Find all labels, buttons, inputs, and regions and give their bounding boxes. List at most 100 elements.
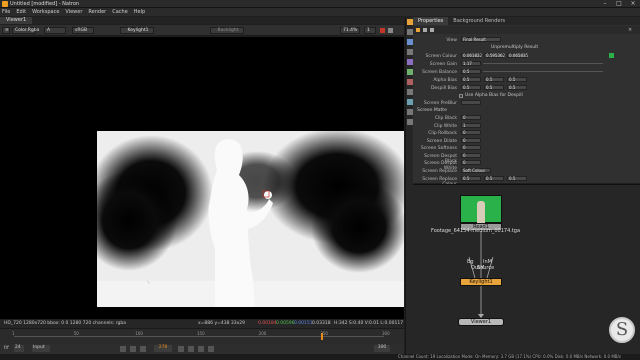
close-panel-icon[interactable]: × xyxy=(628,27,632,33)
matte-param-label: Clip White xyxy=(433,123,457,129)
timeline[interactable]: 1 50 100 150 200 250 300 xyxy=(0,328,404,344)
matte-param-field[interactable]: 0 xyxy=(461,115,481,120)
colorspace-select[interactable]: sRGB xyxy=(72,27,94,34)
fps-field[interactable]: 24 xyxy=(14,345,24,352)
playhead[interactable] xyxy=(321,333,324,340)
next-keyframe-icon[interactable] xyxy=(188,346,194,352)
loop-icon[interactable] xyxy=(208,346,214,352)
screen-replace-select[interactable]: Soft Colour xyxy=(461,168,491,173)
refresh-icon[interactable] xyxy=(388,28,393,33)
matte-param-label: Clip Rollback xyxy=(428,131,457,136)
view-label: View xyxy=(446,38,457,43)
menu-help[interactable]: Help xyxy=(134,9,145,15)
channel-select[interactable]: A xyxy=(44,27,66,34)
status-text: Channel Count: 19 Localization Mode: On … xyxy=(398,354,621,359)
matte-image xyxy=(97,131,404,307)
layer-select[interactable]: Color.Rgba xyxy=(12,27,39,34)
maximize-icon[interactable]: □ xyxy=(612,0,626,8)
play-forward-icon[interactable] xyxy=(178,346,184,352)
screen-balance-slider[interactable] xyxy=(483,71,603,72)
tab-properties[interactable]: Properties xyxy=(413,17,449,25)
menu-workspace[interactable]: Workspace xyxy=(32,9,59,15)
toolbar-sidebar xyxy=(405,17,413,354)
status-bar: Channel Count: 19 Localization Mode: On … xyxy=(0,354,640,360)
settings-icon[interactable] xyxy=(423,28,427,32)
format-info: HD_720 1280x720 bbox: 0 0 1280 720 chann… xyxy=(4,321,127,326)
screen-gain-slider[interactable] xyxy=(483,63,603,64)
input-b-select[interactable]: Backlight xyxy=(210,27,244,34)
timeline-tick: 300 xyxy=(382,331,390,336)
prev-keyframe-icon[interactable] xyxy=(130,346,136,352)
viewer-node[interactable]: Viewer1 xyxy=(458,318,504,326)
alpha-bias-b[interactable]: 0.5 xyxy=(507,77,527,82)
current-frame-field[interactable]: 278 xyxy=(154,345,172,352)
screen-colour-b[interactable]: 0.065835 xyxy=(507,53,528,58)
last-frame-icon[interactable] xyxy=(198,346,204,352)
node-graph[interactable]: Read1 Footage_64154-medium_00174.tga Bg … xyxy=(413,184,640,354)
tab-viewer1[interactable]: Viewer1 xyxy=(0,17,33,24)
proxy-select[interactable]: 1 xyxy=(364,27,376,34)
title-bar: Untitled [modified] - Natron – □ × xyxy=(0,0,640,8)
pin-icon[interactable] xyxy=(430,28,434,32)
screen-matte-group[interactable]: Screen Matte xyxy=(417,108,447,113)
viewer-canvas[interactable] xyxy=(0,37,404,319)
matte-image-svg xyxy=(97,131,404,307)
menu-render[interactable]: Render xyxy=(88,9,106,15)
matte-param-label: Clip Black xyxy=(434,116,457,121)
green-value: 0.00596 xyxy=(276,321,295,326)
use-alpha-bias-checkbox[interactable] xyxy=(459,94,463,98)
menu-file[interactable]: File xyxy=(2,9,10,15)
param-label: Screen Balance xyxy=(422,70,457,75)
screen-colour-r[interactable]: 0.061822 xyxy=(461,53,482,58)
despill-bias-r[interactable]: 0.5 xyxy=(461,85,481,90)
watermark-logo: S xyxy=(609,317,635,343)
screen-colour-swatch[interactable] xyxy=(609,53,614,58)
matte-param-field[interactable]: 0 xyxy=(461,130,481,135)
despill-bias-b[interactable]: 0.5 xyxy=(507,85,527,90)
screen-balance-field[interactable]: 0.5 xyxy=(461,69,481,74)
prematte-field[interactable] xyxy=(461,100,481,105)
matte-param-field[interactable]: 1 xyxy=(461,122,481,128)
matte-param-field[interactable]: 0 xyxy=(461,152,481,158)
matte-param-field[interactable]: 0 xyxy=(461,137,481,143)
screen-colour-g[interactable]: 0.595362 xyxy=(484,53,505,58)
matte-param-field[interactable]: 0 xyxy=(461,160,481,165)
tab-background-renders[interactable]: Background Renders xyxy=(448,17,510,25)
replace-colour-g[interactable]: 0.5 xyxy=(484,176,504,181)
properties-toolbar: × xyxy=(413,26,640,34)
matte-param-label: Screen Softness xyxy=(420,146,457,151)
blue-value: 0.00151 xyxy=(294,321,313,326)
replace-colour-b[interactable]: 0.5 xyxy=(507,176,527,181)
zoom-select[interactable]: 71.4% xyxy=(340,27,360,34)
param-label: Screen Colour xyxy=(425,54,457,59)
red-value: 0.00184 xyxy=(258,321,277,326)
menu-cache[interactable]: Cache xyxy=(112,9,128,15)
play-backward-icon[interactable] xyxy=(140,346,146,352)
input-a-select[interactable]: Keylight1 xyxy=(120,27,154,34)
view-select[interactable]: Final Result xyxy=(461,37,501,42)
first-frame-icon[interactable] xyxy=(120,346,126,352)
viewer-info-bar: HD_720 1280x720 bbox: 0 0 1280 720 chann… xyxy=(0,320,404,328)
alpha-bias-g[interactable]: 0.5 xyxy=(484,77,504,82)
timeline-tick: 1 xyxy=(12,331,15,336)
alpha-bias-r[interactable]: 0.5 xyxy=(461,77,481,82)
clip-warning-icon[interactable] xyxy=(380,28,385,33)
minimize-icon[interactable]: – xyxy=(598,0,612,8)
menu-edit[interactable]: Edit xyxy=(16,9,26,15)
menu-viewer[interactable]: Viewer xyxy=(65,9,82,15)
screen-gain-field[interactable]: 1.17 xyxy=(461,61,481,66)
node-color-icon[interactable] xyxy=(416,28,420,32)
despill-bias-g[interactable]: 0.5 xyxy=(484,85,504,90)
param-label: Alpha Bias xyxy=(433,78,457,83)
keylight-node[interactable]: Keylight1 xyxy=(460,278,502,286)
playback-mode-select[interactable]: Input xyxy=(32,345,50,352)
close-icon[interactable]: × xyxy=(626,0,640,8)
replace-colour-r[interactable]: 0.5 xyxy=(461,176,481,181)
matte-param-field[interactable]: 0 xyxy=(461,145,481,150)
timeline-tick: 50 xyxy=(73,331,79,336)
layers-icon[interactable]: ≡ xyxy=(2,27,10,34)
matte-param-label: Screen Despot White xyxy=(424,161,457,171)
range-end-field[interactable]: 300 xyxy=(374,345,390,352)
natron-app-icon xyxy=(2,1,8,7)
alpha-value: 0.03318 xyxy=(312,321,331,326)
